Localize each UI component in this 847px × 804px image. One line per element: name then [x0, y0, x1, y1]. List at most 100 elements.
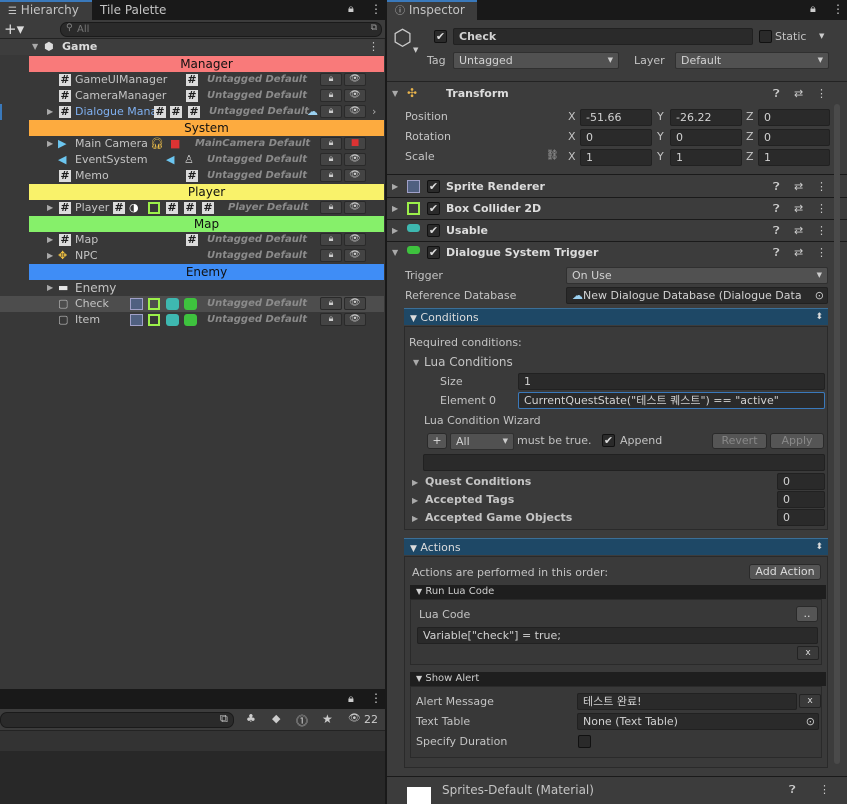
- lock-icon[interactable]: 🔒︎: [810, 2, 816, 16]
- search-by-type-icon[interactable]: ⧉: [220, 712, 228, 726]
- lock-toggle-icon[interactable]: 🔒︎: [320, 169, 342, 182]
- accepted-objects-count[interactable]: 0: [777, 509, 825, 526]
- rotation-z-field[interactable]: 0: [758, 129, 830, 146]
- row-npc[interactable]: ▶ ✥ NPC Untagged Default 🔒︎ 👁︎: [0, 248, 384, 264]
- expand-arrow-icon[interactable]: ▶: [47, 136, 53, 152]
- expand-arrow-icon[interactable]: ▶: [47, 200, 53, 216]
- cube-dropdown-icon[interactable]: ▼: [413, 46, 418, 54]
- cube-icon[interactable]: ⬡: [393, 26, 412, 51]
- preset-icon[interactable]: ⇄: [794, 198, 803, 219]
- static-checkbox[interactable]: [759, 30, 772, 43]
- transform-header[interactable]: ▼ ✣ Transform ❓︎ ⇄ ⋮: [388, 83, 834, 104]
- tab-inspector[interactable]: ⓘ Inspector: [387, 0, 477, 20]
- help-icon[interactable]: ❓︎: [789, 783, 796, 797]
- usable-header[interactable]: ▶ ✔ Usable ❓︎ ⇄ ⋮: [388, 220, 834, 241]
- expand-arrow-icon[interactable]: ▼: [392, 242, 398, 263]
- row-main-camera[interactable]: ▶ ▶ Main Camera 🎧︎ ■ MainCamera Default …: [0, 136, 384, 152]
- reference-database-field[interactable]: ☁New Dialogue Database (Dialogue Data ⊙: [566, 287, 828, 304]
- position-z-field[interactable]: 0: [758, 109, 830, 126]
- layer-dropdown[interactable]: Default: [675, 52, 829, 69]
- expand-arrow-icon[interactable]: ▶: [47, 248, 53, 264]
- expand-arrow-icon[interactable]: ▼: [32, 39, 38, 55]
- lock-toggle-icon[interactable]: 🔒︎: [320, 201, 342, 214]
- help-icon[interactable]: ❓︎: [773, 83, 780, 104]
- box-collider-header[interactable]: ▶ ✔ Box Collider 2D ❓︎ ⇄ ⋮: [388, 198, 834, 219]
- hidden-count-eye-icon[interactable]: 👁︎: [348, 713, 361, 724]
- row-memo[interactable]: # Memo # Untagged Default 🔒︎ 👁︎: [0, 168, 384, 184]
- row-cameramanager[interactable]: # CameraManager # Untagged Default 🔒︎ 👁︎: [0, 88, 384, 104]
- expand-arrow-icon[interactable]: ▶: [392, 176, 398, 197]
- dialogue-trigger-enabled-checkbox[interactable]: ✔: [427, 246, 440, 259]
- help-icon[interactable]: ❓︎: [773, 220, 780, 241]
- conditions-section-header[interactable]: ▼ Conditions ⬍: [404, 308, 828, 325]
- expand-arrow-icon[interactable]: ▶: [47, 280, 53, 296]
- component-menu-icon[interactable]: ⋮: [816, 220, 827, 241]
- all-dropdown[interactable]: All: [450, 433, 514, 450]
- alert-message-field[interactable]: 테스트 완료!: [577, 693, 797, 710]
- kebab-menu-icon[interactable]: ⋮: [370, 2, 382, 16]
- filter-by-label-icon[interactable]: ◆: [272, 712, 280, 725]
- lock-toggle-icon[interactable]: 🔒︎: [320, 105, 342, 118]
- banner-map[interactable]: Map: [29, 216, 384, 232]
- text-table-field[interactable]: None (Text Table) ⊙: [577, 713, 819, 730]
- expand-arrow-icon[interactable]: ▼: [392, 83, 398, 104]
- visibility-eye-icon[interactable]: 👁︎: [344, 89, 366, 102]
- object-picker-icon[interactable]: ⊙: [806, 714, 815, 729]
- preset-icon[interactable]: ⇄: [794, 242, 803, 263]
- visibility-eye-icon[interactable]: 👁︎: [344, 105, 366, 118]
- visibility-eye-icon[interactable]: 👁︎: [344, 249, 366, 262]
- dialogue-trigger-header[interactable]: ▼ ✔ Dialogue System Trigger ❓︎ ⇄ ⋮: [388, 242, 834, 263]
- visibility-eye-icon[interactable]: 👁︎: [344, 73, 366, 86]
- conditions-reorder-icon[interactable]: ⬍: [815, 309, 823, 326]
- expand-arrow-icon[interactable]: ▶: [47, 232, 53, 248]
- search-field[interactable]: ⚲ All ⧉: [60, 22, 382, 37]
- rotation-y-field[interactable]: 0: [670, 129, 742, 146]
- tab-tile-palette[interactable]: Tile Palette: [92, 0, 174, 20]
- add-action-button[interactable]: Add Action: [749, 564, 821, 580]
- sprite-renderer-header[interactable]: ▶ ✔ Sprite Renderer ❓︎ ⇄ ⋮: [388, 176, 834, 197]
- material-row[interactable]: Sprites-Default (Material) ❓︎ ⋮: [387, 777, 847, 804]
- lock-toggle-icon[interactable]: 🔒︎: [320, 233, 342, 246]
- project-search-input[interactable]: [0, 712, 234, 728]
- preset-icon[interactable]: ⇄: [794, 176, 803, 197]
- lua-code-field[interactable]: Variable["check"] = true;: [417, 627, 818, 644]
- row-player[interactable]: ▶ # Player # ◑ # # # Player Default 🔒︎ 👁…: [0, 200, 384, 216]
- visibility-eye-icon[interactable]: ■: [344, 137, 366, 150]
- clear-alert-message-button[interactable]: x: [799, 694, 821, 708]
- visibility-eye-icon[interactable]: 👁︎: [344, 169, 366, 182]
- filter-by-type-icon[interactable]: ♣: [246, 712, 256, 725]
- expand-arrow-icon[interactable]: ▶: [392, 198, 398, 219]
- lua-code-editor-button[interactable]: ..: [796, 606, 818, 622]
- chevron-right-icon[interactable]: ›: [372, 104, 376, 120]
- kebab-menu-icon[interactable]: ⋮: [832, 2, 844, 16]
- help-icon[interactable]: ❓︎: [773, 242, 780, 263]
- run-lua-code-header[interactable]: ▼ Run Lua Code: [410, 585, 826, 599]
- banner-system[interactable]: System: [29, 120, 384, 136]
- row-enemy[interactable]: ▶ ▬ Enemy: [0, 280, 384, 296]
- actions-reorder-icon[interactable]: ⬍: [815, 539, 823, 556]
- console-warning-icon[interactable]: ⓵: [296, 712, 308, 729]
- constrain-proportions-icon[interactable]: ⛓︎: [546, 150, 559, 161]
- add-condition-button[interactable]: +: [427, 433, 447, 449]
- position-y-field[interactable]: -26.22: [670, 109, 742, 126]
- help-icon[interactable]: ❓︎: [773, 198, 780, 219]
- specify-duration-checkbox[interactable]: [578, 735, 591, 748]
- lua-conditions-expand-icon[interactable]: ▼: [413, 356, 419, 370]
- visibility-eye-icon[interactable]: 👁︎: [344, 153, 366, 166]
- object-picker-icon[interactable]: ⊙: [815, 288, 824, 303]
- component-menu-icon[interactable]: ⋮: [816, 176, 827, 197]
- preset-icon[interactable]: ⇄: [794, 220, 803, 241]
- append-checkbox[interactable]: ✔: [602, 434, 615, 447]
- wizard-expression-field[interactable]: [423, 454, 825, 471]
- lock-toggle-icon[interactable]: 🔒︎: [320, 137, 342, 150]
- component-menu-icon[interactable]: ⋮: [819, 783, 830, 796]
- row-check[interactable]: ▢ Check Untagged Default 🔒︎ 👁︎: [0, 296, 384, 312]
- banner-enemy[interactable]: Enemy: [29, 264, 384, 280]
- row-map[interactable]: ▶ # Map # Untagged Default 🔒︎ 👁︎: [0, 232, 384, 248]
- row-eventsystem[interactable]: ◀ EventSystem ◀ ♙ Untagged Default 🔒︎ 👁︎: [0, 152, 384, 168]
- component-menu-icon[interactable]: ⋮: [816, 83, 827, 104]
- element0-field[interactable]: CurrentQuestState("테스트 퀘스트") == "active": [518, 392, 825, 409]
- tag-dropdown[interactable]: Untagged: [453, 52, 619, 69]
- scale-y-field[interactable]: 1: [670, 149, 742, 166]
- scale-x-field[interactable]: 1: [580, 149, 652, 166]
